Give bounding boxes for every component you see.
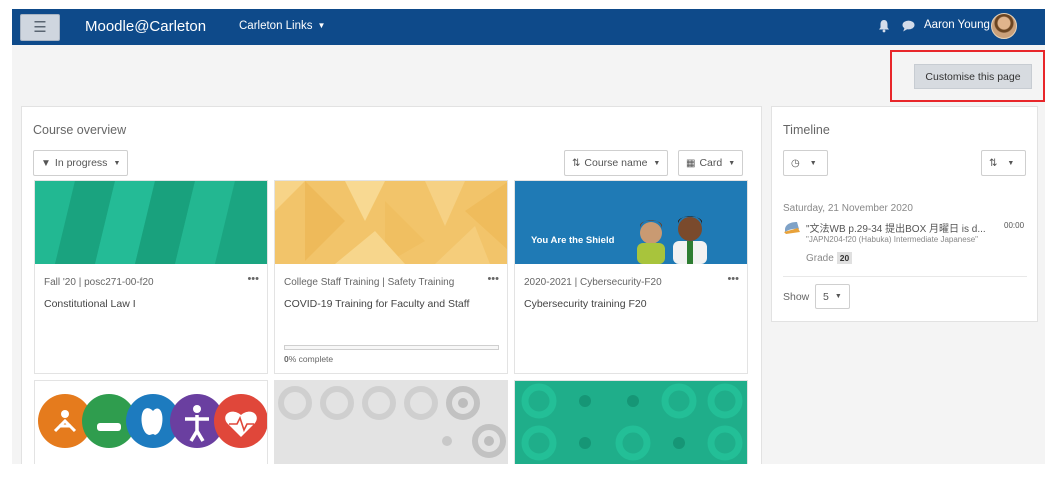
course-cover-image[interactable]	[35, 381, 267, 464]
caret-down-icon: ▼	[728, 159, 736, 167]
show-label: Show	[783, 291, 810, 303]
course-progress-text: 0% complete	[284, 354, 334, 364]
more-options-icon[interactable]: •••	[727, 273, 739, 285]
course-cover-image[interactable]	[515, 381, 747, 464]
course-cover-image[interactable]	[275, 181, 507, 264]
timeline-event-course: "JAPN204-f20 (Habuka) Intermediate Japan…	[806, 235, 978, 244]
course-category: College Staff Training | Safety Training	[284, 277, 455, 288]
sort-label: Course name	[584, 157, 648, 169]
timeline-divider	[783, 276, 1027, 277]
timeline-title: Timeline	[783, 123, 830, 137]
timeline-filter-dropdown[interactable]: ◷ ▼	[783, 150, 828, 176]
sort-dropdown[interactable]: ⇅ Course name ▼	[564, 150, 669, 176]
course-name[interactable]: COVID-19 Training for Faculty and Staff	[284, 296, 472, 313]
timeline-sort-dropdown[interactable]: ⇅ ▼	[981, 150, 1026, 176]
grade-label: Grade	[806, 253, 834, 264]
sort-icon: ⇅	[572, 157, 581, 169]
course-progress-bar	[284, 345, 499, 350]
course-category: 2020-2021 | Cybersecurity-F20	[524, 277, 662, 288]
filter-icon: ▼	[41, 157, 51, 169]
show-count-value: 5	[823, 290, 829, 303]
sort-icon: ⇅	[989, 157, 998, 169]
filter-dropdown[interactable]: ▼ In progress ▼	[33, 150, 129, 176]
caret-down-icon: ▼	[1007, 159, 1015, 167]
carleton-links-menu[interactable]: Carleton Links ▼	[239, 20, 325, 32]
menu-toggle-button[interactable]: ☰	[20, 14, 60, 41]
more-options-icon[interactable]: •••	[487, 273, 499, 285]
course-cover-image[interactable]: You Are the Shield	[515, 181, 747, 264]
filter-label: In progress	[54, 157, 108, 169]
hamburger-icon: ☰	[33, 19, 47, 36]
caret-down-icon: ▼	[113, 159, 121, 167]
course-cover-image[interactable]	[275, 381, 507, 464]
more-options-icon[interactable]: •••	[247, 273, 259, 285]
timeline-date: Saturday, 21 November 2020	[783, 203, 913, 214]
course-category: Fall '20 | posc271-00-f20	[44, 277, 154, 288]
timeline-event-time: 00:00	[1004, 221, 1025, 230]
carleton-links-label: Carleton Links	[239, 20, 313, 32]
top-navbar: ☰ Moodle@Carleton Carleton Links ▼ Aaron …	[12, 9, 1045, 45]
timeline-event-title[interactable]: "文法WB p.29-34 提出BOX 月曜日 is d...	[806, 220, 986, 235]
caret-down-icon: ▼	[317, 21, 326, 30]
bell-icon[interactable]	[878, 19, 890, 33]
bottom-strip	[0, 464, 1045, 481]
course-card[interactable]: College Staff Training | Safety Training…	[274, 180, 508, 374]
caret-down-icon: ▼	[834, 293, 842, 300]
timeline-panel: Timeline ◷ ▼ ⇅ ▼ Saturday, 21 November 2…	[771, 106, 1038, 322]
moodle-page: ☰ Moodle@Carleton Carleton Links ▼ Aaron …	[12, 9, 1045, 481]
view-dropdown[interactable]: ▦ Card ▼	[678, 150, 744, 176]
course-name[interactable]: Constitutional Law I	[44, 296, 232, 313]
user-name[interactable]: Aaron Young	[924, 19, 990, 31]
caret-down-icon: ▼	[653, 159, 661, 167]
messages-icon[interactable]	[902, 20, 915, 32]
grade-badge: 20	[836, 252, 853, 264]
course-name[interactable]: Cybersecurity training F20	[524, 296, 712, 313]
course-overview-panel: Course overview ▼ In progress ▼ ⇅ Course…	[21, 106, 762, 481]
assignment-icon	[784, 222, 800, 234]
site-brand[interactable]: Moodle@Carleton	[85, 18, 206, 35]
user-avatar[interactable]	[991, 13, 1017, 39]
course-overview-title: Course overview	[33, 123, 127, 137]
timeline-grade: Grade 20	[806, 252, 853, 264]
caret-down-icon: ▼	[809, 159, 817, 167]
cover-banner-text: You Are the Shield	[531, 235, 615, 246]
course-cover-image[interactable]	[35, 181, 267, 264]
clock-icon: ◷	[791, 157, 800, 169]
highlight-box	[890, 50, 1045, 102]
grid-icon: ▦	[686, 157, 696, 169]
course-card[interactable]: Fall '20 | posc271-00-f20 ••• Constituti…	[34, 180, 268, 374]
view-label: Card	[699, 157, 723, 169]
show-count-dropdown[interactable]: 5 ▼	[815, 284, 850, 309]
course-card[interactable]: You Are the Shield 2020-2021 | Cybersecu…	[514, 180, 748, 374]
